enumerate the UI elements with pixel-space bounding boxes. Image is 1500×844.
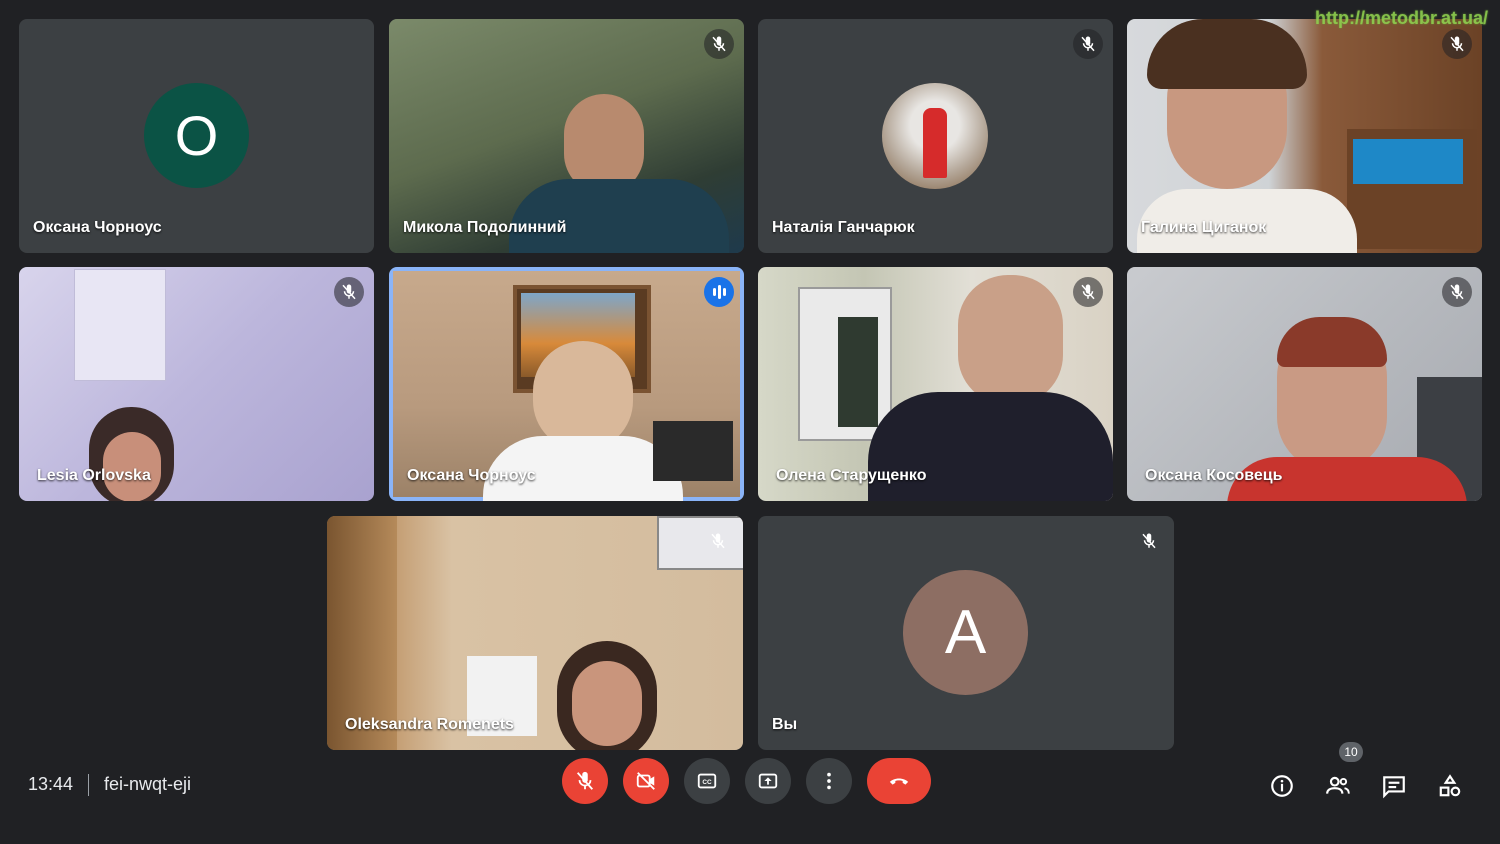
mic-off-icon <box>1442 29 1472 59</box>
captions-icon: CC <box>697 773 717 789</box>
participant-name: Oleksandra Romenets <box>345 716 514 733</box>
mic-off-icon <box>576 771 594 790</box>
activities-button[interactable] <box>1434 770 1466 802</box>
mic-off-icon <box>1073 277 1103 307</box>
participant-name: Наталія Ганчарюк <box>772 219 915 236</box>
camera-off-icon <box>636 772 655 790</box>
meeting-controls-bar: 13:44 fei-nwqt-eji CC 10 <box>0 742 1500 844</box>
participant-tile-oksana-chornous-video[interactable]: Оксана Чорноус <box>389 267 744 501</box>
meeting-info-button[interactable] <box>1266 770 1298 802</box>
present-screen-button[interactable] <box>745 758 791 804</box>
chat-button[interactable] <box>1378 770 1410 802</box>
camera-toggle-button[interactable] <box>623 758 669 804</box>
participant-name: Олена Старущенко <box>776 467 927 484</box>
mic-off-icon <box>1073 29 1103 59</box>
video-feed <box>327 516 743 750</box>
captions-button[interactable]: CC <box>684 758 730 804</box>
participant-tile-mykola[interactable]: Микола Подолинний <box>389 19 744 253</box>
avatar: А <box>903 570 1028 695</box>
clock: 13:44 <box>28 774 74 794</box>
participant-name: Микола Подолинний <box>403 219 567 236</box>
participant-name: Оксана Чорноус <box>407 467 536 484</box>
participant-name: Оксана Чорноус <box>33 219 162 236</box>
participant-tile-oksana-kosovets[interactable]: Оксана Косовець <box>1127 267 1482 501</box>
participant-tile-halyna[interactable]: Галина Циганок <box>1127 19 1482 253</box>
participant-tile-oksana-chornous-avatar[interactable]: О Оксана Чорноус <box>19 19 374 253</box>
svg-text:CC: CC <box>702 779 712 786</box>
chat-icon <box>1383 776 1405 799</box>
mic-off-icon <box>704 29 734 59</box>
mic-off-icon <box>1134 526 1164 556</box>
mic-off-icon <box>1442 277 1472 307</box>
participant-tile-self[interactable]: А Вы <box>758 516 1174 750</box>
profile-photo <box>882 83 988 189</box>
video-feed <box>1127 267 1482 501</box>
info-icon <box>1271 775 1293 797</box>
more-vert-icon <box>827 772 831 790</box>
activities-icon <box>1439 774 1461 797</box>
participant-name: Галина Циганок <box>1141 219 1267 236</box>
video-feed <box>1127 19 1482 253</box>
microphone-toggle-button[interactable] <box>562 758 608 804</box>
people-icon <box>1326 776 1350 794</box>
end-call-icon <box>889 778 909 785</box>
participant-tile-lesia[interactable]: Lesia Orlovska <box>19 267 374 501</box>
watermark: http://metodbr.at.ua/ <box>1315 8 1488 28</box>
video-feed <box>389 19 744 253</box>
participants-button[interactable] <box>1322 770 1354 802</box>
participant-name: Оксана Косовець <box>1145 467 1283 484</box>
participant-name: Lesia Orlovska <box>37 467 151 484</box>
participant-tile-nataliia[interactable]: Наталія Ганчарюк <box>758 19 1113 253</box>
present-icon <box>758 773 778 789</box>
divider <box>88 774 89 796</box>
more-options-button[interactable] <box>806 758 852 804</box>
mic-off-icon <box>334 277 364 307</box>
leave-call-button[interactable] <box>867 758 931 804</box>
avatar: О <box>144 83 249 188</box>
video-feed <box>758 267 1113 501</box>
meeting-code: fei-nwqt-eji <box>104 774 192 794</box>
participant-tile-olena[interactable]: Олена Старущенко <box>758 267 1113 501</box>
mic-off-icon <box>703 526 733 556</box>
participant-count-badge: 10 <box>1339 742 1363 762</box>
video-feed <box>19 267 374 501</box>
video-feed <box>393 271 740 501</box>
speaking-indicator-icon <box>704 277 734 307</box>
participant-name: Вы <box>772 716 798 733</box>
participant-tile-oleksandra[interactable]: Oleksandra Romenets <box>327 516 743 750</box>
